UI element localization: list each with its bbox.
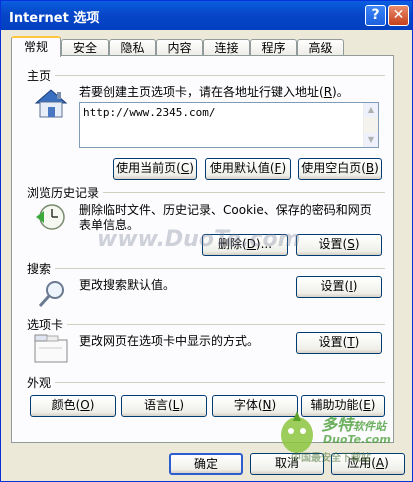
history-section-title: 浏览历史记录 [27, 186, 100, 200]
close-button[interactable]: ✕ [388, 5, 409, 26]
section-divider [55, 75, 385, 76]
logo-tagline: 中国最安全下载站 [291, 453, 371, 464]
tab-privacy[interactable]: 隐私 [109, 39, 156, 56]
tabs-icon [34, 334, 68, 363]
tab-content[interactable]: 内容 [156, 39, 203, 56]
tab-programs[interactable]: 程序 [250, 39, 297, 56]
section-divider [103, 192, 385, 193]
logo-text-main: 多特软件站 [321, 415, 387, 434]
colors-button[interactable]: 颜色(O) [30, 395, 116, 417]
search-section-title: 搜索 [27, 262, 52, 276]
section-divider [67, 324, 385, 325]
internet-options-window: Internet 选项 ? ✕ 常规 安全 隐私 内容 连接 程序 高级 主页 … [0, 0, 413, 482]
use-blank-button[interactable]: 使用空白页(B) [298, 158, 382, 180]
history-clock-icon [36, 204, 65, 230]
use-current-button[interactable]: 使用当前页(C) [113, 158, 197, 180]
search-settings-button[interactable]: 设置(I) [296, 276, 382, 298]
section-divider [55, 268, 385, 269]
window-title: Internet 选项 [9, 11, 100, 26]
ok-button[interactable]: 确定 [169, 453, 243, 475]
homepage-url-textarea[interactable]: http://www.2345.com/ ▲ ▼ [79, 102, 379, 148]
search-description: 更改搜索默认值。 [79, 278, 176, 292]
tab-general[interactable]: 常规 [11, 36, 61, 57]
section-divider [55, 382, 385, 383]
magnifier-icon [38, 281, 64, 308]
center-watermark: www.DuoTe.com [97, 227, 301, 252]
history-settings-button[interactable]: 设置(S) [296, 234, 382, 256]
tabbed-section-title: 选项卡 [27, 318, 64, 332]
tab-security[interactable]: 安全 [61, 39, 109, 56]
home-icon [34, 89, 68, 118]
scroll-down-icon[interactable]: ▼ [364, 133, 378, 147]
tabbed-description: 更改网页在选项卡中显示的方式。 [79, 334, 260, 348]
homepage-section-title: 主页 [27, 69, 52, 83]
help-button[interactable]: ? [365, 5, 386, 26]
use-default-button[interactable]: 使用默认值(F) [205, 158, 291, 180]
appearance-section-title: 外观 [27, 376, 52, 390]
tabs-settings-button[interactable]: 设置(T) [296, 332, 382, 354]
languages-button[interactable]: 语言(L) [121, 395, 207, 417]
tab-advanced[interactable]: 高级 [297, 39, 344, 56]
textarea-scrollbar[interactable]: ▲ ▼ [363, 103, 378, 147]
title-bar[interactable]: Internet 选项 ? ✕ [1, 1, 412, 30]
logo-url: DuoTe.com [323, 433, 391, 446]
tab-connections[interactable]: 连接 [203, 39, 250, 56]
homepage-instruction: 若要创建主页选项卡，请在各地址行键入地址(R)。 [79, 85, 349, 99]
scroll-up-icon[interactable]: ▲ [364, 103, 378, 117]
homepage-url-value: http://www.2345.com/ [83, 106, 216, 119]
